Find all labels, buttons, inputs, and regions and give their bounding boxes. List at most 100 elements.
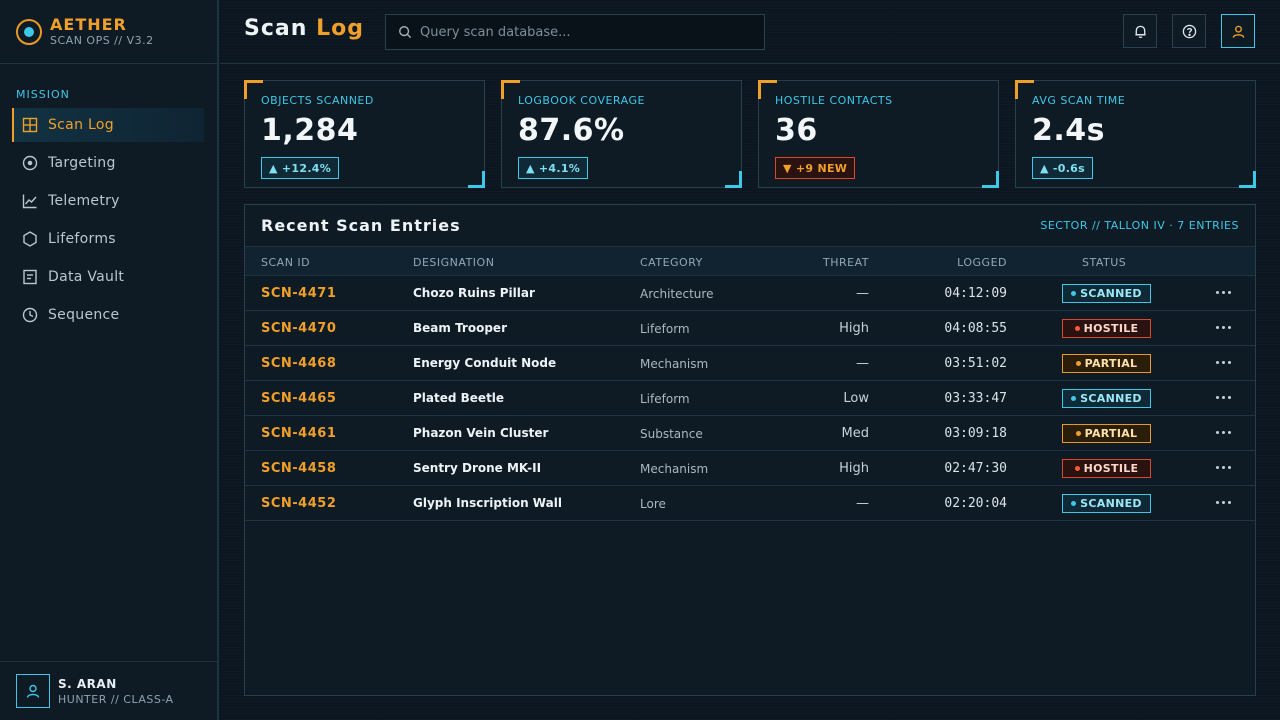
more-dots-icon — [1215, 360, 1219, 364]
table-row[interactable]: SCN-4470 Beam Trooper Lifeform High 04:0… — [245, 311, 1255, 346]
stat-trend-badge: ▲ +4.1% — [518, 157, 589, 179]
hexagon-icon — [23, 231, 37, 247]
sidebar-item-targeting[interactable]: Targeting — [12, 146, 204, 180]
designation: Sentry Drone MK-II — [413, 461, 542, 475]
more-options-button[interactable] — [1213, 282, 1233, 302]
table-row[interactable]: SCN-4458 Sentry Drone MK-II Mechanism Hi… — [245, 451, 1255, 486]
search-input[interactable] — [420, 24, 740, 40]
status-badge: PARTIAL — [1062, 354, 1151, 373]
table-body: SCN-4471 Chozo Ruins Pillar Architecture… — [245, 276, 1255, 521]
category: Lore — [640, 497, 666, 511]
more-options-button[interactable] — [1213, 457, 1233, 477]
user-name: S. ARAN — [58, 676, 117, 691]
stat-card-hostile-contacts: HOSTILE CONTACTS 36 ▼ +9 NEW — [758, 80, 999, 188]
help-button[interactable] — [1172, 14, 1206, 48]
more-dots-icon — [1215, 325, 1219, 329]
brand-logo-icon — [16, 19, 42, 45]
stat-value: 1,284 — [261, 113, 359, 148]
scan-entries-panel: Recent Scan Entries SECTOR // TALLON IV … — [244, 204, 1256, 696]
category: Lifeform — [640, 392, 690, 406]
clock-icon — [22, 307, 38, 323]
table-row[interactable]: SCN-4468 Energy Conduit Node Mechanism —… — [245, 346, 1255, 381]
scan-id[interactable]: SCN-4461 — [261, 426, 336, 441]
status-badge: SCANNED — [1062, 389, 1151, 408]
sidebar: AETHER SCAN OPS // V3.2 MISSION Scan Log… — [0, 0, 219, 720]
page-title: Scan Log — [244, 16, 364, 41]
target-icon — [22, 155, 38, 171]
logged-time: 02:20:04 — [944, 496, 1007, 511]
scan-id[interactable]: SCN-4452 — [261, 496, 336, 511]
more-options-button[interactable] — [1213, 352, 1233, 372]
sidebar-divider — [0, 63, 219, 64]
threat-level: — — [856, 356, 869, 371]
more-dots-icon — [1215, 430, 1219, 434]
user-menu-button[interactable] — [1221, 14, 1255, 48]
column-header-logged[interactable]: LOGGED — [957, 256, 1007, 269]
panel-meta: SECTOR // TALLON IV · 7 ENTRIES — [1040, 219, 1239, 232]
scan-id[interactable]: SCN-4465 — [261, 391, 336, 406]
stat-trend-badge: ▲ +12.4% — [261, 157, 340, 179]
column-header-category[interactable]: CATEGORY — [640, 256, 703, 269]
notifications-button[interactable] — [1123, 14, 1157, 48]
sidebar-item-scan-log[interactable]: Scan Log — [12, 108, 204, 142]
grid-icon — [22, 117, 38, 133]
nav-section-label: MISSION — [16, 88, 70, 101]
scan-id[interactable]: SCN-4458 — [261, 461, 336, 476]
stat-value: 36 — [775, 113, 818, 148]
sidebar-item-label: Telemetry — [48, 193, 120, 209]
table-row[interactable]: SCN-4452 Glyph Inscription Wall Lore — 0… — [245, 486, 1255, 521]
category: Mechanism — [640, 357, 709, 371]
bell-icon — [1134, 25, 1146, 38]
stat-card-objects-scanned: OBJECTS SCANNED 1,284 ▲ +12.4% — [244, 80, 485, 188]
sidebar-item-data-vault[interactable]: Data Vault — [12, 260, 204, 294]
threat-level: High — [839, 461, 869, 476]
more-dots-icon — [1215, 465, 1219, 469]
status-badge: SCANNED — [1062, 494, 1151, 513]
table-row[interactable]: SCN-4471 Chozo Ruins Pillar Architecture… — [245, 276, 1255, 311]
sidebar-item-label: Sequence — [48, 307, 120, 323]
sidebar-item-lifeforms[interactable]: Lifeforms — [12, 222, 204, 256]
brand-name: AETHER — [50, 15, 127, 34]
sidebar-item-telemetry[interactable]: Telemetry — [12, 184, 204, 218]
category: Lifeform — [640, 322, 690, 336]
table-header: SCAN ID DESIGNATION CATEGORY THREAT LOGG… — [245, 246, 1255, 276]
user-profile[interactable]: S. ARAN HUNTER // CLASS-A — [0, 661, 219, 720]
stat-label: HOSTILE CONTACTS — [775, 94, 893, 107]
stat-trend-badge: ▲ -0.6s — [1032, 157, 1093, 179]
sidebar-item-label: Data Vault — [48, 269, 125, 285]
sidebar-item-sequence[interactable]: Sequence — [12, 298, 204, 332]
designation: Phazon Vein Cluster — [413, 426, 549, 440]
stat-value: 87.6% — [518, 113, 625, 148]
category: Substance — [640, 427, 703, 441]
logged-time: 03:09:18 — [944, 426, 1007, 441]
more-dots-icon — [1215, 500, 1219, 504]
stat-label: OBJECTS SCANNED — [261, 94, 374, 107]
more-options-button[interactable] — [1213, 317, 1233, 337]
search-box[interactable] — [385, 14, 765, 50]
stat-trend-badge: ▼ +9 NEW — [775, 157, 856, 179]
scan-id[interactable]: SCN-4468 — [261, 356, 336, 371]
more-options-button[interactable] — [1213, 492, 1233, 512]
status-badge: HOSTILE — [1062, 459, 1151, 478]
more-options-button[interactable] — [1213, 422, 1233, 442]
column-header-status[interactable]: STATUS — [1082, 256, 1126, 269]
status-badge: SCANNED — [1062, 284, 1151, 303]
stat-value: 2.4s — [1032, 113, 1106, 148]
table-row[interactable]: SCN-4461 Phazon Vein Cluster Substance M… — [245, 416, 1255, 451]
stat-label: AVG SCAN TIME — [1032, 94, 1126, 107]
search-icon — [399, 26, 412, 39]
brand[interactable]: AETHER SCAN OPS // V3.2 — [16, 14, 154, 50]
threat-level: Med — [841, 426, 869, 441]
more-options-button[interactable] — [1213, 387, 1233, 407]
chart-line-icon — [22, 194, 37, 209]
scan-id[interactable]: SCN-4471 — [261, 286, 336, 301]
designation: Chozo Ruins Pillar — [413, 286, 535, 300]
column-header-designation[interactable]: DESIGNATION — [413, 256, 494, 269]
table-row[interactable]: SCN-4465 Plated Beetle Lifeform Low 03:3… — [245, 381, 1255, 416]
sidebar-item-label: Scan Log — [48, 117, 114, 133]
column-header-scan-id[interactable]: SCAN ID — [261, 256, 310, 269]
category: Architecture — [640, 287, 714, 301]
scan-id[interactable]: SCN-4470 — [261, 321, 336, 336]
column-header-threat[interactable]: THREAT — [823, 256, 869, 269]
designation: Glyph Inscription Wall — [413, 496, 562, 510]
